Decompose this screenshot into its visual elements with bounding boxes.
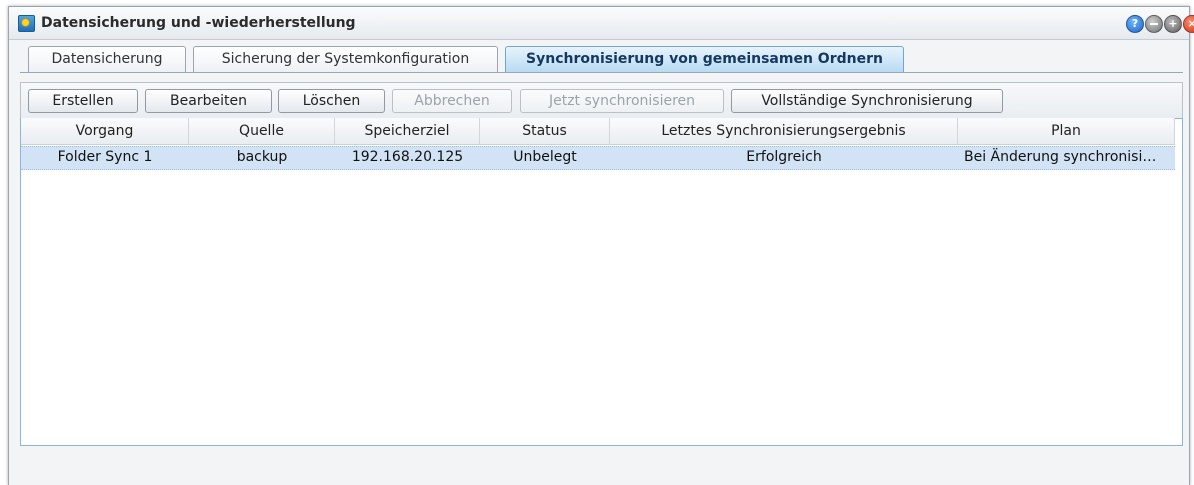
cell-quelle: backup <box>236 149 288 165</box>
sync-now-button[interactable]: Jetzt synchronisieren <box>520 89 724 113</box>
tab-systemkonfiguration[interactable]: Sicherung der Systemkonfiguration <box>193 46 498 72</box>
cell-status: Unbelegt <box>513 149 577 165</box>
cell-plan: Bei Änderung synchronisi… <box>964 149 1157 165</box>
tab-datensicherung[interactable]: Datensicherung <box>28 46 186 72</box>
column-header-quelle[interactable]: Quelle <box>189 118 335 145</box>
column-header-speicherziel[interactable]: Speicherziel <box>335 118 480 145</box>
cell-vorgang: Folder Sync 1 <box>57 149 153 165</box>
minimize-icon[interactable] <box>1145 15 1163 33</box>
column-header-vorgang[interactable]: Vorgang <box>21 118 189 145</box>
tab-strip-divider <box>20 72 1183 73</box>
maximize-icon[interactable]: + <box>1164 15 1182 33</box>
window-titlebar[interactable]: Datensicherung und -wiederherstellung ? … <box>9 7 1194 40</box>
cell-ergebnis: Erfolgreich <box>746 149 822 165</box>
column-header-status[interactable]: Status <box>480 118 610 145</box>
column-header-ergebnis[interactable]: Letztes Synchronisierungsergebnis <box>610 118 958 145</box>
create-button[interactable]: Erstellen <box>28 89 138 113</box>
close-icon[interactable]: × <box>1183 15 1194 33</box>
full-sync-button[interactable]: Vollständige Synchronisierung <box>731 89 1003 113</box>
tab-ordner-synchronisierung[interactable]: Synchronisierung von gemeinsamen Ordnern <box>505 46 904 72</box>
column-header-plan[interactable]: Plan <box>958 118 1175 145</box>
window-title: Datensicherung und -wiederherstellung <box>41 15 356 31</box>
help-icon[interactable]: ? <box>1126 15 1144 33</box>
delete-button[interactable]: Löschen <box>278 89 385 113</box>
cell-speicherziel: 192.168.20.125 <box>351 149 464 165</box>
cancel-button[interactable]: Abbrechen <box>392 89 512 113</box>
edit-button[interactable]: Bearbeiten <box>145 89 272 113</box>
backup-app-icon <box>18 15 35 32</box>
